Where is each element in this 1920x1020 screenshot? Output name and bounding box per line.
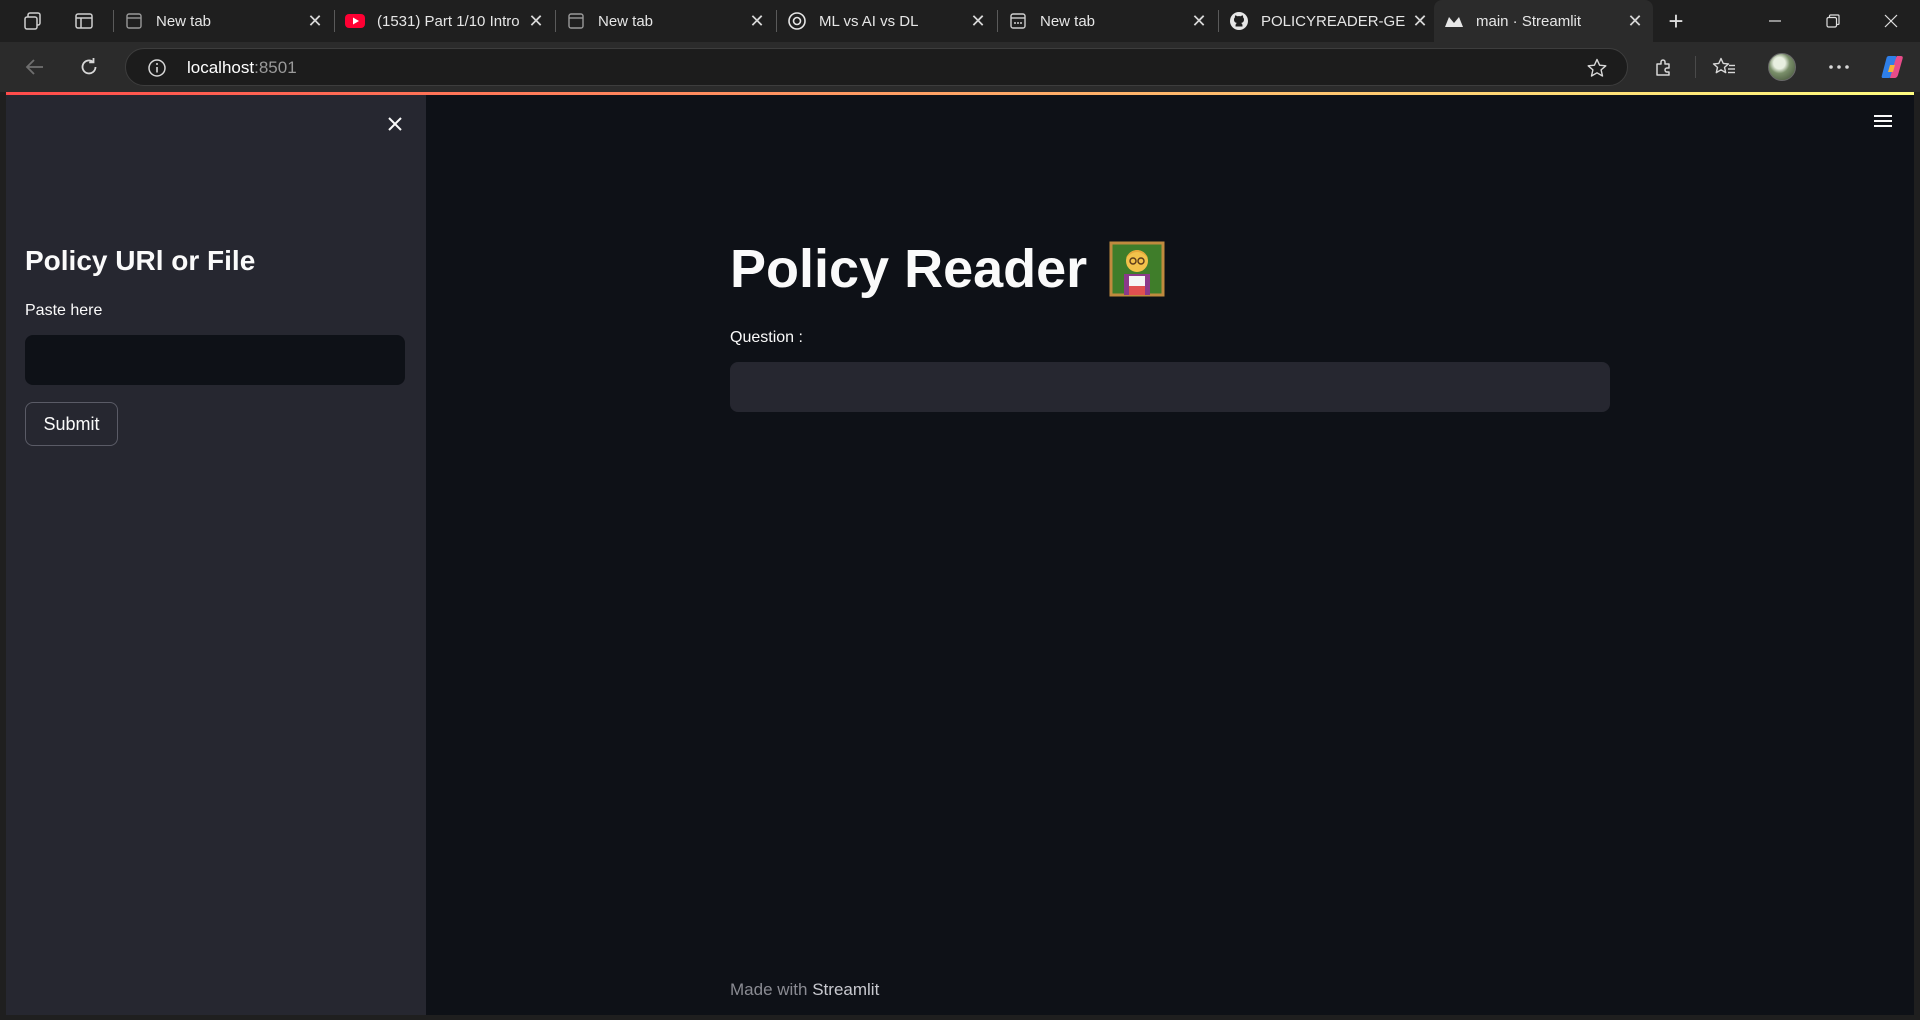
close-icon[interactable]: ✕: [964, 7, 992, 35]
policy-url-input[interactable]: [25, 335, 405, 385]
close-icon[interactable]: ✕: [1406, 7, 1434, 35]
close-icon[interactable]: ✕: [1621, 7, 1649, 35]
youtube-icon: [345, 11, 365, 31]
page-title: Policy Reader: [730, 238, 1165, 300]
close-icon[interactable]: ✕: [301, 7, 329, 35]
site-info-icon[interactable]: [146, 57, 168, 79]
tab-streamlit[interactable]: main · Streamlit ✕: [1434, 0, 1653, 42]
browser-toolbar: localhost:8501: [0, 42, 1920, 92]
tab-title: main · Streamlit: [1476, 12, 1582, 30]
tab-actions-icon[interactable]: [69, 7, 99, 35]
browser-window: New tab ✕ (1531) Part 1/10 Intro ✕ New t…: [0, 0, 1920, 1020]
streamlit-icon: [1444, 11, 1464, 31]
chatgpt-icon: [787, 11, 807, 31]
tab-title: ML vs AI vs DL: [819, 12, 919, 30]
back-arrow-icon[interactable]: [18, 51, 52, 83]
tab-new-tab-3[interactable]: New tab ✕: [998, 2, 1217, 40]
submit-button[interactable]: Submit: [25, 402, 118, 446]
close-icon[interactable]: ✕: [1185, 7, 1213, 35]
tab-new-tab-2[interactable]: New tab ✕: [556, 2, 775, 40]
window-close-icon[interactable]: [1862, 0, 1920, 42]
sidebar: Policy URl or File Paste here Submit: [6, 95, 426, 1015]
favorite-star-icon[interactable]: [1585, 56, 1609, 80]
question-input[interactable]: [730, 362, 1610, 412]
reload-icon[interactable]: [72, 51, 106, 83]
github-icon: [1229, 11, 1249, 31]
copilot-icon[interactable]: [1878, 53, 1906, 81]
new-tab-plus-icon[interactable]: +: [1660, 6, 1692, 36]
tab-title: (1531) Part 1/10 Intro: [377, 12, 520, 30]
question-label: Question :: [730, 329, 803, 346]
tab-title: New tab: [598, 12, 654, 30]
tab-title: POLICYREADER-GENAI: [1261, 12, 1406, 30]
url-text[interactable]: localhost:8501: [187, 58, 297, 78]
tab-youtube[interactable]: (1531) Part 1/10 Intro ✕: [335, 2, 554, 40]
teacher-emoji-icon: [1109, 241, 1165, 297]
favorites-icon[interactable]: [1707, 51, 1741, 83]
page-icon: [1008, 11, 1028, 31]
tab-new-tab-1[interactable]: New tab ✕: [114, 2, 333, 40]
close-icon[interactable]: ✕: [743, 7, 771, 35]
tab-chatgpt[interactable]: ML vs AI vs DL ✕: [777, 2, 996, 40]
sidebar-title: Policy URl or File: [25, 245, 256, 276]
tab-github[interactable]: POLICYREADER-GENAI ✕: [1219, 2, 1438, 40]
close-sidebar-icon[interactable]: [382, 111, 408, 137]
tab-title: New tab: [1040, 12, 1096, 30]
more-options-icon[interactable]: [1822, 51, 1856, 83]
address-bar[interactable]: localhost:8501: [125, 48, 1628, 86]
minimize-icon[interactable]: [1746, 0, 1804, 42]
page-icon: [566, 11, 586, 31]
tab-title: New tab: [156, 12, 212, 30]
extensions-icon[interactable]: [1647, 51, 1681, 83]
profile-avatar[interactable]: [1768, 53, 1796, 81]
restore-icon[interactable]: [1804, 0, 1862, 42]
paste-input-label: Paste here: [25, 302, 103, 319]
close-icon[interactable]: ✕: [522, 7, 550, 35]
hamburger-menu-icon[interactable]: [1868, 106, 1898, 136]
workspaces-icon[interactable]: [18, 7, 48, 35]
tab-strip: New tab ✕ (1531) Part 1/10 Intro ✕ New t…: [0, 0, 1920, 42]
footer: Made with Streamlit: [730, 980, 880, 999]
page-icon: [124, 11, 144, 31]
page-viewport: Policy URl or File Paste here Submit Pol…: [6, 92, 1914, 1015]
streamlit-link[interactable]: Streamlit: [812, 980, 879, 999]
